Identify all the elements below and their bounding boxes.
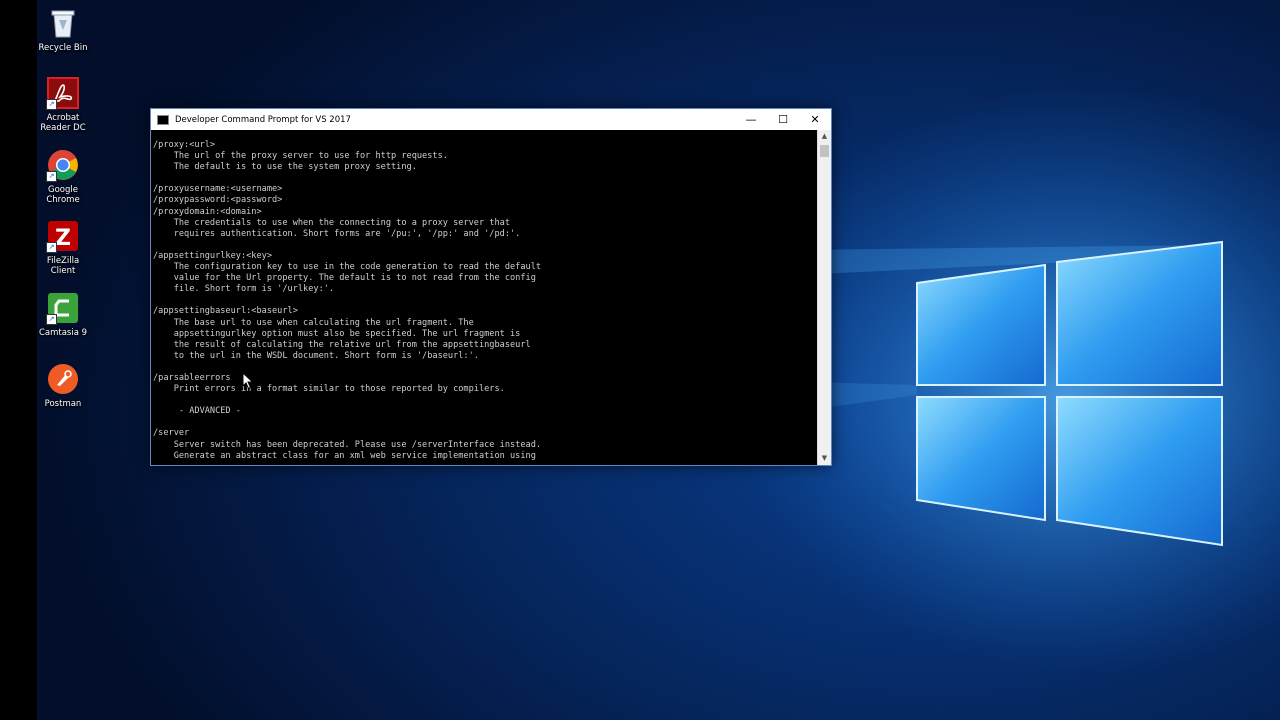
scroll-down-arrow-icon[interactable]: ▼: [818, 452, 831, 465]
filezilla-icon: Z ↗: [46, 219, 80, 253]
console-line: the result of calculating the relative u…: [153, 339, 531, 350]
maximize-button[interactable]: ☐: [767, 109, 799, 130]
desktop-icon-label: Google Chrome: [46, 185, 80, 205]
vertical-scrollbar[interactable]: ▲ ▼: [817, 130, 831, 465]
recycle-bin-icon: [46, 6, 80, 40]
close-button[interactable]: ✕: [799, 109, 831, 130]
scroll-up-arrow-icon[interactable]: ▲: [818, 130, 831, 143]
desktop-icon-label: Postman: [44, 399, 82, 409]
console-app-icon: [157, 114, 169, 125]
command-prompt-window[interactable]: Developer Command Prompt for VS 2017 — ☐…: [150, 108, 832, 466]
console-line: /appsettingbaseurl:<baseurl>: [153, 306, 298, 317]
desktop-icon-postman[interactable]: Postman: [31, 362, 95, 409]
console-line: - ADVANCED -: [153, 406, 241, 417]
chrome-icon: ↗: [46, 148, 80, 182]
postman-icon: [46, 362, 80, 396]
desktop-icon-recycle-bin[interactable]: Recycle Bin: [31, 6, 95, 53]
desktop-icon-chrome[interactable]: ↗ Google Chrome: [31, 148, 95, 205]
desktop-icon-filezilla[interactable]: Z ↗ FileZilla Client: [31, 219, 95, 276]
console-line: The configuration key to use in the code…: [153, 262, 542, 273]
window-titlebar[interactable]: Developer Command Prompt for VS 2017 — ☐…: [151, 109, 831, 130]
console-line: The credentials to use when the connecti…: [153, 217, 510, 228]
desktop-icon-label: Acrobat Reader DC: [40, 113, 86, 133]
console-line: /appsettingurlkey:<key>: [153, 250, 272, 261]
console-line: file. Short form is '/urlkey:'.: [153, 284, 335, 295]
console-line: The default is to use the system proxy s…: [153, 162, 417, 173]
console-line: The base url to use when calculating the…: [153, 317, 474, 328]
shortcut-arrow-icon: ↗: [46, 314, 57, 325]
desktop-icon-label: Camtasia 9: [38, 328, 88, 338]
camtasia-icon: ↗: [46, 291, 80, 325]
console-line: to the url in the WSDL document. Short f…: [153, 350, 479, 361]
svg-text:Z: Z: [55, 226, 71, 251]
minimize-button[interactable]: —: [735, 109, 767, 130]
scrollbar-thumb[interactable]: [820, 145, 829, 157]
shortcut-arrow-icon: ↗: [46, 99, 57, 110]
console-line: /proxy:<url>: [153, 140, 216, 150]
desktop-icon-camtasia[interactable]: ↗ Camtasia 9: [31, 291, 95, 338]
console-line: /server: [153, 428, 190, 439]
console-line: Server switch has been deprecated. Pleas…: [153, 439, 542, 450]
shortcut-arrow-icon: ↗: [46, 242, 57, 253]
console-line: appsettingurlkey option must also be spe…: [153, 328, 521, 339]
console-line: /proxyusername:<username>: [153, 184, 283, 195]
console-line: value for the Url property. The default …: [153, 273, 536, 284]
shortcut-arrow-icon: ↗: [46, 171, 57, 182]
desktop-icon-acrobat[interactable]: ↗ Acrobat Reader DC: [31, 76, 95, 133]
console-output[interactable]: /proxy:<url> The url of the proxy server…: [153, 140, 817, 463]
console-line: requires authentication. Short forms are…: [153, 228, 521, 239]
desktop-icon-label: FileZilla Client: [46, 256, 80, 276]
acrobat-icon: ↗: [46, 76, 80, 110]
console-line: Generate an abstract class for an xml we…: [153, 450, 536, 461]
console-line: The url of the proxy server to use for h…: [153, 151, 448, 162]
mouse-pointer-icon: [242, 372, 254, 390]
console-line: /proxypassword:<password>: [153, 195, 283, 206]
console-line: /proxydomain:<domain>: [153, 206, 262, 217]
window-title: Developer Command Prompt for VS 2017: [175, 114, 351, 125]
desktop-icon-label: Recycle Bin: [38, 43, 88, 53]
